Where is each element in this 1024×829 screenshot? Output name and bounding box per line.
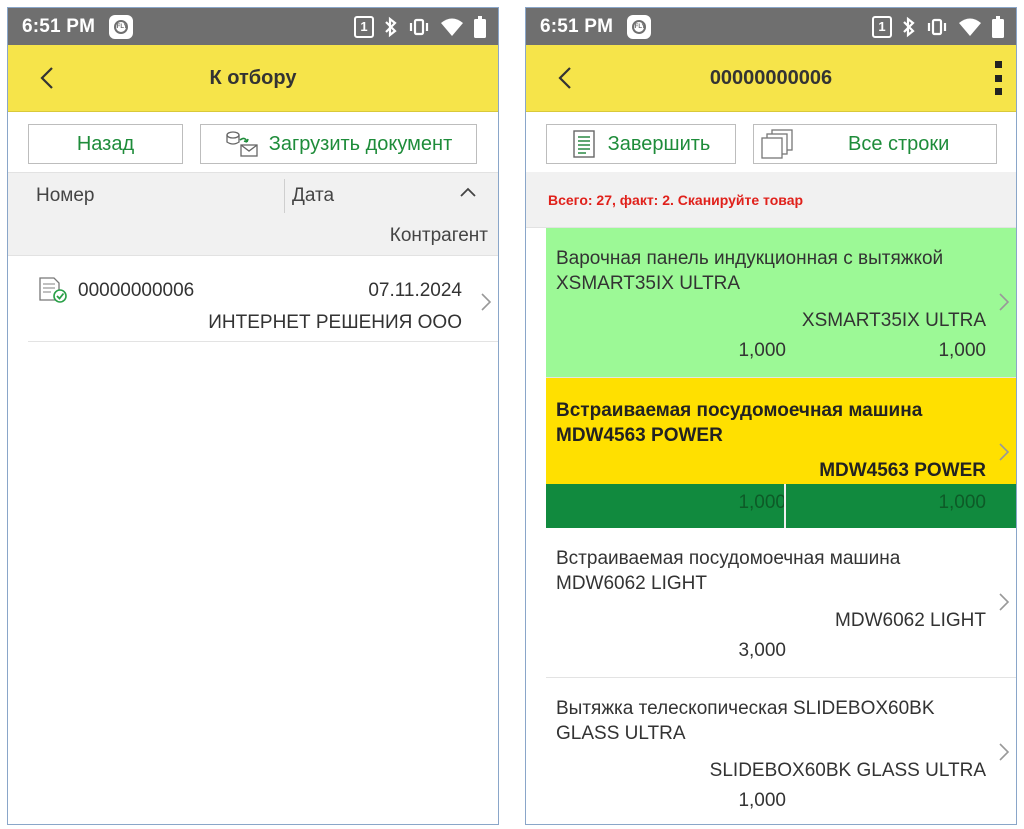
battery-icon bbox=[992, 15, 1004, 38]
item-qty-fact: 1,000 bbox=[938, 340, 986, 361]
chevron-right-icon bbox=[998, 292, 1010, 318]
qty-divider bbox=[784, 484, 786, 528]
app-badge-icon: IFLY bbox=[627, 14, 652, 39]
item-name: Варочная панель индукционная с вытяжкой … bbox=[556, 248, 944, 294]
load-document-button[interactable]: Загрузить документ bbox=[200, 124, 477, 164]
screen-document-list: 6:51 PM IFLY 1 К отбору Назад Загрузить … bbox=[7, 7, 499, 825]
item-code: MDW4563 POWER bbox=[819, 460, 986, 481]
wifi-icon bbox=[440, 17, 464, 37]
list-item[interactable]: Вытяжка телескопическая SLIDEBOX60BK GLA… bbox=[546, 678, 1016, 824]
item-qty-plan: 1,000 bbox=[738, 790, 786, 811]
back-button-label: Назад bbox=[76, 132, 135, 155]
finish-document-icon bbox=[572, 129, 598, 159]
item-name: Встраиваемая посудомоечная машина MDW456… bbox=[556, 400, 923, 446]
vibrate-icon bbox=[408, 17, 430, 37]
items-list: Варочная панель индукционная с вытяжкой … bbox=[546, 228, 1016, 824]
document-number: 00000000006 bbox=[78, 280, 195, 301]
all-rows-label: Все строки bbox=[848, 132, 950, 155]
toolbar: Завершить Все строки bbox=[526, 112, 1016, 172]
document-title: 00000000006 bbox=[709, 66, 833, 89]
column-header: Номер Дата Контрагент bbox=[8, 172, 498, 256]
all-rows-icon bbox=[760, 128, 796, 160]
item-qty-plan: 1,000 bbox=[738, 340, 786, 361]
document-row[interactable]: 00000000006 07.11.2024 ИНТЕРНЕТ РЕШЕНИЯ … bbox=[28, 258, 498, 342]
column-number[interactable]: Номер bbox=[36, 185, 94, 207]
list-item[interactable]: Встраиваемая посудомоечная машина MDW606… bbox=[546, 528, 1016, 678]
scan-summary: Всего: 27, факт: 2. Сканируйте товар bbox=[526, 172, 1016, 228]
chevron-right-icon bbox=[998, 742, 1010, 768]
app-badge-icon: IFLY bbox=[109, 14, 134, 39]
column-date[interactable]: Дата bbox=[292, 185, 334, 207]
list-item[interactable]: Варочная панель индукционная с вытяжкой … bbox=[546, 228, 1016, 378]
item-code: SLIDEBOX60BK GLASS ULTRA bbox=[709, 760, 986, 781]
back-arrow-icon[interactable] bbox=[550, 63, 580, 93]
item-name: Вытяжка телескопическая SLIDEBOX60BK GLA… bbox=[556, 698, 935, 744]
app-bar: 00000000006 bbox=[526, 45, 1016, 112]
finish-button[interactable]: Завершить bbox=[546, 124, 736, 164]
item-code: XSMART35IX ULTRA bbox=[801, 310, 986, 331]
status-time: 6:51 PM bbox=[540, 15, 614, 37]
finish-button-label: Завершить bbox=[607, 132, 711, 155]
back-arrow-icon[interactable] bbox=[32, 63, 62, 93]
item-code: MDW6062 LIGHT bbox=[835, 610, 986, 631]
app-bar: К отбору bbox=[8, 45, 498, 112]
document-check-icon bbox=[38, 276, 68, 310]
screen-document-items: 6:51 PM IFLY 1 00000000006 Завершить Все… bbox=[525, 7, 1017, 825]
chevron-right-icon bbox=[998, 592, 1010, 618]
item-qty-bar: 1,000 1,000 bbox=[546, 484, 1016, 528]
status-bar: 6:51 PM IFLY 1 bbox=[8, 8, 498, 45]
page-title: К отбору bbox=[209, 66, 297, 89]
item-qty-fact: 1,000 bbox=[938, 492, 986, 513]
bluetooth-icon bbox=[902, 16, 916, 38]
load-document-icon bbox=[225, 130, 259, 158]
vibrate-icon bbox=[926, 17, 948, 37]
back-button[interactable]: Назад bbox=[28, 124, 183, 164]
chevron-right-icon bbox=[998, 442, 1010, 468]
status-icons: 1 bbox=[872, 15, 1004, 38]
list-item-active[interactable]: Встраиваемая посудомоечная машина MDW456… bbox=[546, 378, 1016, 528]
item-qty-plan: 3,000 bbox=[738, 640, 786, 661]
battery-icon bbox=[474, 15, 486, 38]
wifi-icon bbox=[958, 17, 982, 37]
column-counterparty[interactable]: Контрагент bbox=[390, 225, 488, 247]
sort-up-icon[interactable] bbox=[458, 183, 478, 205]
status-time: 6:51 PM bbox=[22, 15, 96, 37]
document-date: 07.11.2024 bbox=[368, 280, 462, 301]
item-qty-plan: 1,000 bbox=[738, 492, 786, 513]
toolbar: Назад Загрузить документ bbox=[8, 112, 498, 172]
summary-text: Всего: 27, факт: 2. Сканируйте товар bbox=[548, 192, 804, 208]
load-document-label: Загрузить документ bbox=[268, 132, 453, 155]
bluetooth-icon bbox=[384, 16, 398, 38]
status-icons: 1 bbox=[354, 15, 486, 38]
chevron-right-icon bbox=[480, 292, 492, 318]
all-rows-button[interactable]: Все строки bbox=[753, 124, 997, 164]
status-bar: 6:51 PM IFLY 1 bbox=[526, 8, 1016, 45]
more-vert-icon[interactable] bbox=[988, 61, 1008, 95]
sim-icon: 1 bbox=[872, 15, 892, 38]
column-divider bbox=[284, 179, 285, 213]
document-counterparty: ИНТЕРНЕТ РЕШЕНИЯ ООО bbox=[208, 312, 462, 333]
item-name: Встраиваемая посудомоечная машина MDW606… bbox=[556, 548, 901, 594]
sim-icon: 1 bbox=[354, 15, 374, 38]
